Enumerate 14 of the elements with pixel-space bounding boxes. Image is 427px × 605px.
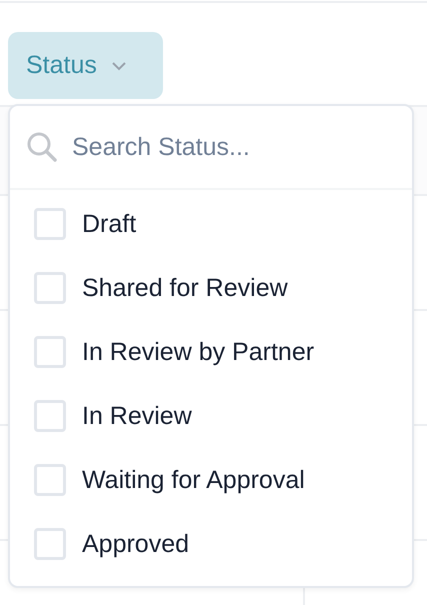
checkbox[interactable]	[34, 464, 66, 496]
checkbox[interactable]	[34, 272, 66, 304]
option-label[interactable]: Waiting for Approval	[82, 466, 305, 494]
option-label[interactable]: Shared for Review	[82, 274, 288, 302]
search-icon	[26, 131, 58, 163]
option-label[interactable]: In Review	[82, 402, 192, 430]
caret-icon	[110, 60, 127, 70]
option-label[interactable]: Draft	[82, 210, 136, 238]
checkbox[interactable]	[34, 528, 66, 560]
option-label[interactable]: Approved	[82, 530, 190, 558]
checkbox[interactable]	[34, 400, 66, 432]
option-label[interactable]: In Review by Partner	[82, 338, 314, 366]
checkbox[interactable]	[34, 336, 66, 368]
checkbox[interactable]	[34, 208, 66, 240]
